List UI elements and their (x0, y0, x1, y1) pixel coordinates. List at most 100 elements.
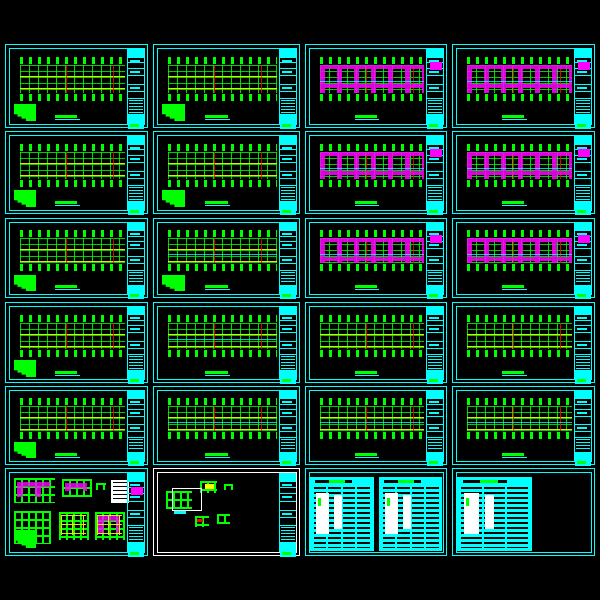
title-block-row (280, 115, 296, 129)
drawing-sheet-s24[interactable] (452, 468, 595, 556)
title-block-text-line (577, 157, 587, 160)
drawing-sheet-s18[interactable] (153, 386, 300, 466)
sheet-content (10, 473, 143, 551)
drawing-title-underline (502, 375, 527, 376)
title-block-text-line (130, 343, 140, 346)
title-block-stamp (130, 461, 139, 464)
drawing-title-label (355, 201, 377, 204)
axis-grid-bottom (168, 94, 277, 101)
title-block-row (280, 518, 296, 526)
title-block-accent (578, 62, 590, 70)
drawing-sheet-s09[interactable] (5, 218, 148, 299)
title-block-stamp (429, 461, 438, 464)
drawing-sheet-s02[interactable] (153, 44, 300, 129)
drawing-title-underline (55, 375, 80, 376)
title-block-text-line (429, 157, 439, 160)
title-block-text-line (130, 59, 140, 62)
title-block-stamp (429, 209, 438, 213)
title-block-row (575, 333, 591, 342)
title-block-row (575, 99, 591, 116)
structural-grid (467, 406, 572, 431)
title-block-text-line (577, 173, 587, 176)
table-blank-region (402, 495, 411, 529)
drawing-sheet-s03[interactable] (305, 44, 447, 129)
drawing-sheet-s20[interactable] (452, 386, 595, 466)
drawing-sheet-s17[interactable] (5, 386, 148, 466)
title-block-row (280, 502, 296, 511)
slab-edge-layer (168, 238, 277, 263)
drawing-sheet-s11[interactable] (305, 218, 447, 299)
title-block-row (280, 92, 296, 100)
drawing-sheet-s21[interactable] (5, 468, 148, 557)
title-block-row (427, 136, 443, 145)
title-block-row (427, 333, 443, 342)
table-column (426, 487, 439, 548)
detail-group (96, 482, 106, 491)
plan-drawing-body (168, 144, 277, 187)
title-block-row (128, 425, 144, 432)
sheet-content (457, 49, 590, 123)
stair-section-detail (14, 190, 36, 207)
title-block-row (280, 69, 296, 77)
sheet-title-block (426, 49, 443, 129)
title-block-text-line (429, 426, 439, 429)
axis-grid-bottom (168, 432, 277, 439)
drawing-sheet-s05[interactable] (5, 131, 148, 215)
title-block-row (280, 99, 296, 116)
title-block-ruled-lines (428, 100, 442, 114)
detail-item (224, 484, 233, 491)
drawing-sheet-s14[interactable] (153, 302, 300, 384)
structural-grid (20, 65, 125, 93)
drawing-sheet-s07[interactable] (305, 131, 447, 215)
title-block-ruled-lines (428, 356, 442, 369)
title-block-row (575, 271, 591, 287)
schedule-table (310, 477, 374, 551)
drawing-sheet-s01[interactable] (5, 44, 148, 129)
drawing-sheet-s08[interactable] (452, 131, 595, 215)
title-block-text-line (130, 495, 140, 498)
drawing-title-underline (55, 119, 80, 120)
drawing-sheet-s12[interactable] (452, 218, 595, 299)
title-block-row (427, 286, 443, 299)
title-block-row (427, 49, 443, 58)
structural-grid (467, 65, 572, 93)
detail-wall-hatch (65, 482, 88, 491)
title-block-row (128, 370, 144, 384)
title-block-text-line (577, 317, 587, 320)
title-block-row (128, 172, 144, 179)
title-block-row (128, 49, 144, 58)
table-blank-region (333, 495, 342, 529)
title-block-row (427, 223, 443, 232)
drawing-sheet-s06[interactable] (153, 131, 300, 215)
title-block-row (427, 391, 443, 400)
table-column (357, 487, 370, 548)
drawing-sheet-s15[interactable] (305, 302, 447, 384)
sheet-title-block (426, 307, 443, 384)
drawing-sheet-s22[interactable] (153, 468, 300, 557)
drawing-title-underline (502, 119, 527, 120)
drawing-sheet-s13[interactable] (5, 302, 148, 384)
axis-grid-bottom (20, 432, 125, 439)
title-block-stamp (282, 378, 291, 382)
slab-edge-layer (320, 238, 424, 263)
title-block-ruled-lines (281, 526, 295, 541)
title-block-text-line (429, 86, 439, 89)
drawing-sheet-s04[interactable] (452, 44, 595, 129)
title-block-stamp (282, 293, 291, 297)
plan-drawing-body (320, 57, 424, 101)
title-block-ruled-lines (281, 439, 295, 452)
plan-drawing-body (320, 398, 424, 439)
drawing-title-underline (355, 457, 379, 458)
title-block-text-line (130, 146, 140, 149)
title-block-row (128, 342, 144, 349)
title-block-row (575, 242, 591, 249)
sheet-title-block (127, 223, 144, 299)
axis-grid-top (20, 57, 125, 64)
drawing-sheet-s16[interactable] (452, 302, 595, 384)
drawing-sheet-s19[interactable] (305, 386, 447, 466)
title-block-text-line (429, 411, 439, 414)
drawing-sheet-s23[interactable] (305, 468, 447, 556)
cad-sheet-index-canvas (0, 0, 600, 600)
drawing-sheet-s10[interactable] (153, 218, 300, 299)
title-block-row (575, 410, 591, 417)
